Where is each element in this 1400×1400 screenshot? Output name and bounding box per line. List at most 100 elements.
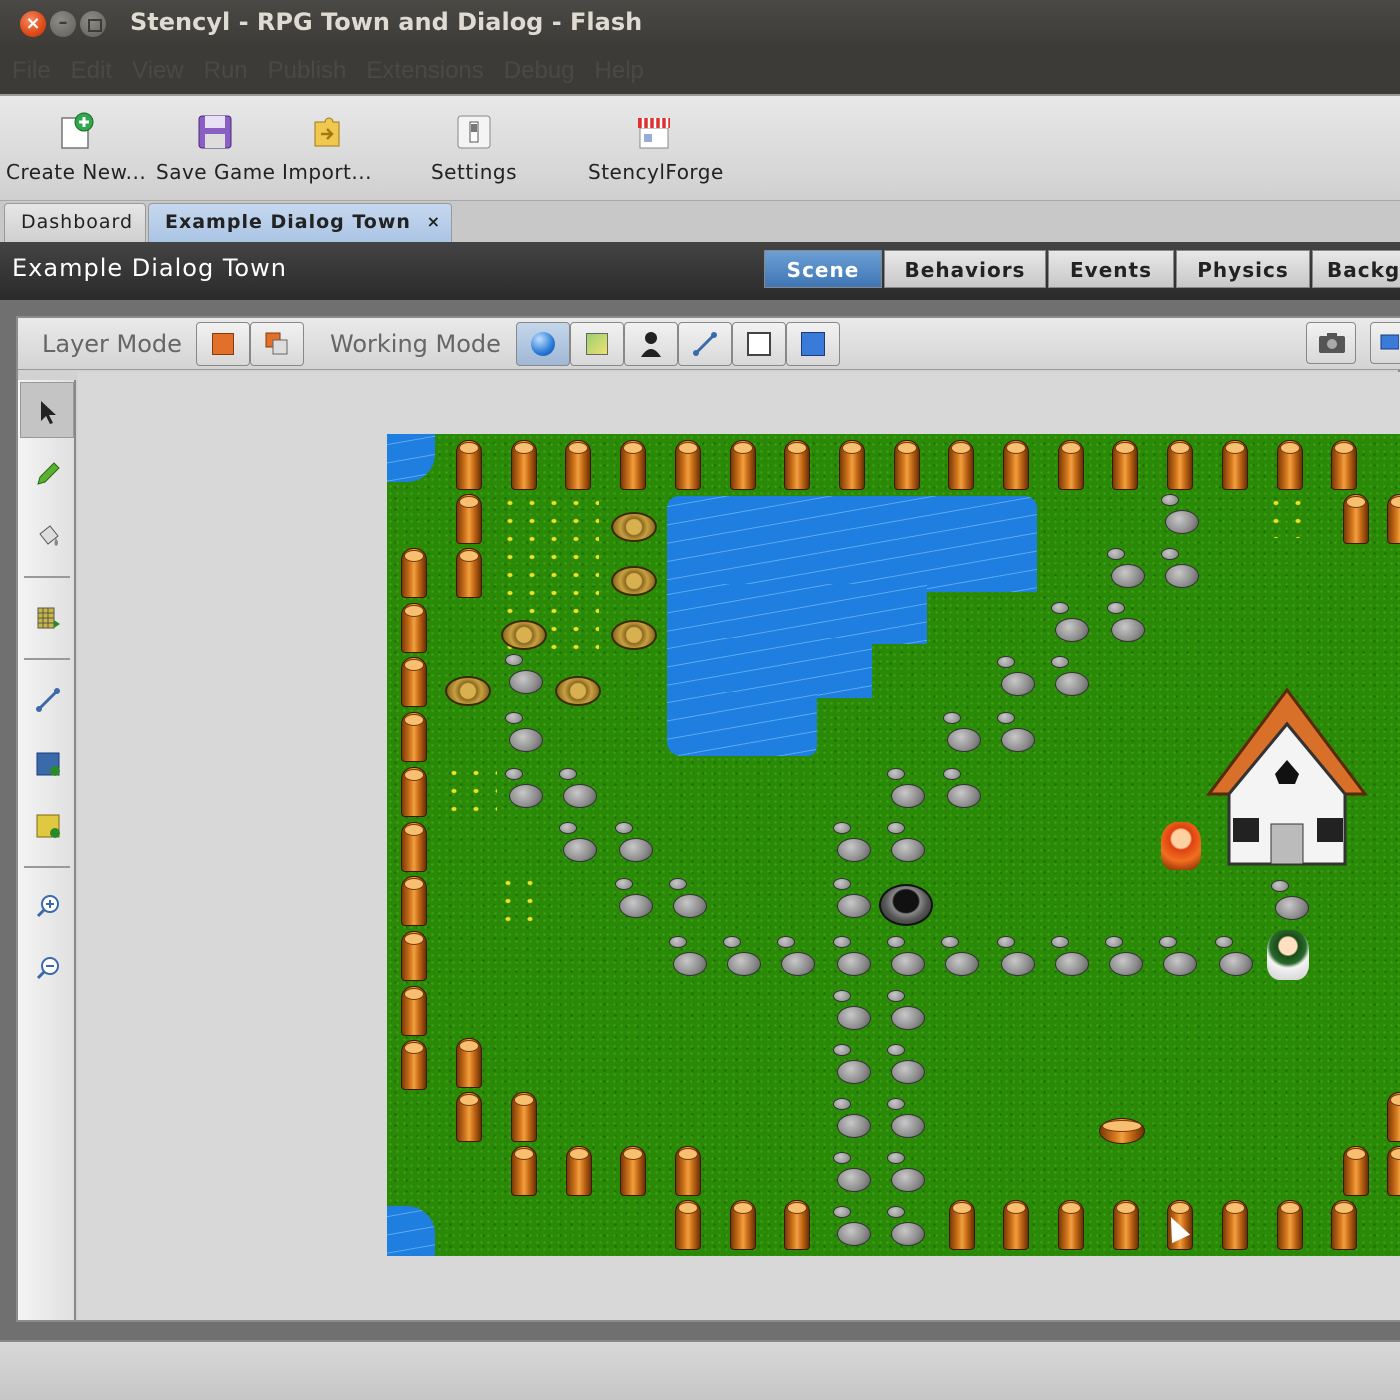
close-window-button[interactable]: × — [20, 11, 46, 37]
zoom-out-button[interactable] — [20, 940, 74, 996]
pencil-tool-button[interactable] — [20, 446, 74, 502]
stencylforge-button[interactable]: StencylForge — [588, 96, 723, 196]
pebble — [943, 712, 961, 724]
blue-square-icon — [801, 332, 825, 356]
rock — [891, 952, 925, 976]
save-game-button[interactable]: Save Game — [156, 96, 275, 196]
import-button[interactable]: Import... — [282, 96, 372, 196]
fence-post — [893, 440, 920, 490]
mode-background-button[interactable] — [786, 322, 840, 366]
bucket-tool-button[interactable] — [20, 508, 74, 564]
line-segment-icon — [36, 688, 60, 712]
player-green-character[interactable] — [1267, 930, 1309, 980]
tab-behaviors[interactable]: Behaviors — [884, 250, 1046, 288]
pebble — [1271, 880, 1289, 892]
menu-file[interactable]: File — [12, 57, 51, 85]
rock — [837, 894, 871, 918]
pebble — [1215, 936, 1233, 948]
screenshot-button[interactable] — [1306, 322, 1356, 364]
extra-view-button[interactable] — [1370, 322, 1400, 364]
pebble — [1159, 936, 1177, 948]
divider — [24, 576, 70, 578]
select-tool-button[interactable] — [20, 382, 74, 438]
minimize-window-button[interactable]: – — [50, 11, 76, 37]
settings-label: Settings — [430, 160, 518, 184]
tab-example-dialog-town[interactable]: Example Dialog Town × — [148, 203, 452, 243]
menu-publish[interactable]: Publish — [268, 57, 347, 85]
fence-post — [675, 1146, 701, 1196]
tile-grid-tool-button[interactable] — [20, 590, 74, 646]
region-tool-button[interactable] — [20, 736, 74, 792]
menu-view[interactable]: View — [132, 57, 184, 85]
mode-collision-button[interactable] — [678, 322, 732, 366]
fence-post — [1167, 440, 1194, 490]
pebble — [887, 822, 905, 834]
rock — [1001, 728, 1035, 752]
rock — [1111, 618, 1145, 642]
tree-stump — [611, 620, 657, 650]
menu-help[interactable]: Help — [595, 57, 644, 85]
menu-extensions[interactable]: Extensions — [366, 57, 483, 85]
rock — [509, 728, 543, 752]
create-new-button[interactable]: Create New... — [6, 96, 146, 196]
zoom-in-button[interactable] — [20, 878, 74, 934]
status-bar — [0, 1340, 1400, 1400]
scene-map[interactable] — [387, 434, 1400, 1256]
rock — [1001, 952, 1035, 976]
layer-single-button[interactable] — [196, 322, 250, 366]
arrow-pointer-icon — [41, 401, 56, 424]
tab-dashboard-label: Dashboard — [21, 211, 134, 233]
document-tabs: Dashboard Example Dialog Town × — [0, 200, 1400, 243]
menu-run[interactable]: Run — [204, 57, 248, 85]
rock — [1001, 672, 1035, 696]
layer-all-button[interactable] — [250, 322, 304, 366]
fence-post — [1221, 440, 1248, 490]
npc-red-character[interactable] — [1161, 822, 1201, 870]
tab-dashboard[interactable]: Dashboard — [4, 203, 146, 243]
line-tool-button[interactable] — [20, 672, 74, 728]
window-title: Stencyl - RPG Town and Dialog - Flash — [130, 8, 643, 36]
tab-active-label: Example Dialog Town — [165, 211, 411, 233]
pond — [667, 638, 872, 698]
mode-bar: Layer Mode Working Mode — [18, 318, 1400, 370]
pebble — [887, 1152, 905, 1164]
fence-post — [1112, 440, 1139, 490]
pebble — [1161, 494, 1179, 506]
pebble — [505, 712, 523, 724]
fence-post — [620, 440, 647, 490]
fence-post — [1387, 1146, 1400, 1196]
settings-button[interactable]: Settings — [424, 96, 524, 196]
pebble — [833, 822, 851, 834]
pebble — [505, 654, 523, 666]
tab-events[interactable]: Events — [1048, 250, 1174, 288]
rock — [1163, 952, 1197, 976]
monitor-icon — [1380, 334, 1399, 350]
tab-physics[interactable]: Physics — [1176, 250, 1310, 288]
pebble — [1051, 602, 1069, 614]
mode-region-button[interactable] — [732, 322, 786, 366]
pebble — [669, 878, 687, 890]
tab-scene[interactable]: Scene — [764, 250, 882, 288]
mode-tiles-button[interactable] — [570, 322, 624, 366]
fence-post — [1057, 440, 1084, 490]
fence-post — [1112, 1200, 1139, 1250]
rock — [509, 784, 543, 808]
fence-post — [1343, 1146, 1369, 1196]
tab-background[interactable]: Backg — [1312, 250, 1400, 288]
menu-edit[interactable]: Edit — [71, 57, 112, 85]
rock — [891, 784, 925, 808]
fence-post — [456, 494, 482, 544]
pebble — [887, 1044, 905, 1056]
pond — [667, 692, 817, 756]
maximize-window-button[interactable] — [80, 11, 106, 37]
mode-scene-button[interactable] — [516, 322, 570, 366]
rock — [837, 1060, 871, 1084]
main-toolbar: Create New... Save Game Import... Settin… — [0, 94, 1400, 200]
rock — [837, 952, 871, 976]
rock — [619, 838, 653, 862]
close-tab-icon[interactable]: × — [427, 204, 441, 240]
terrain-tool-button[interactable] — [20, 798, 74, 854]
menu-debug[interactable]: Debug — [504, 57, 575, 85]
mode-actors-button[interactable] — [624, 322, 678, 366]
rock — [1055, 952, 1089, 976]
